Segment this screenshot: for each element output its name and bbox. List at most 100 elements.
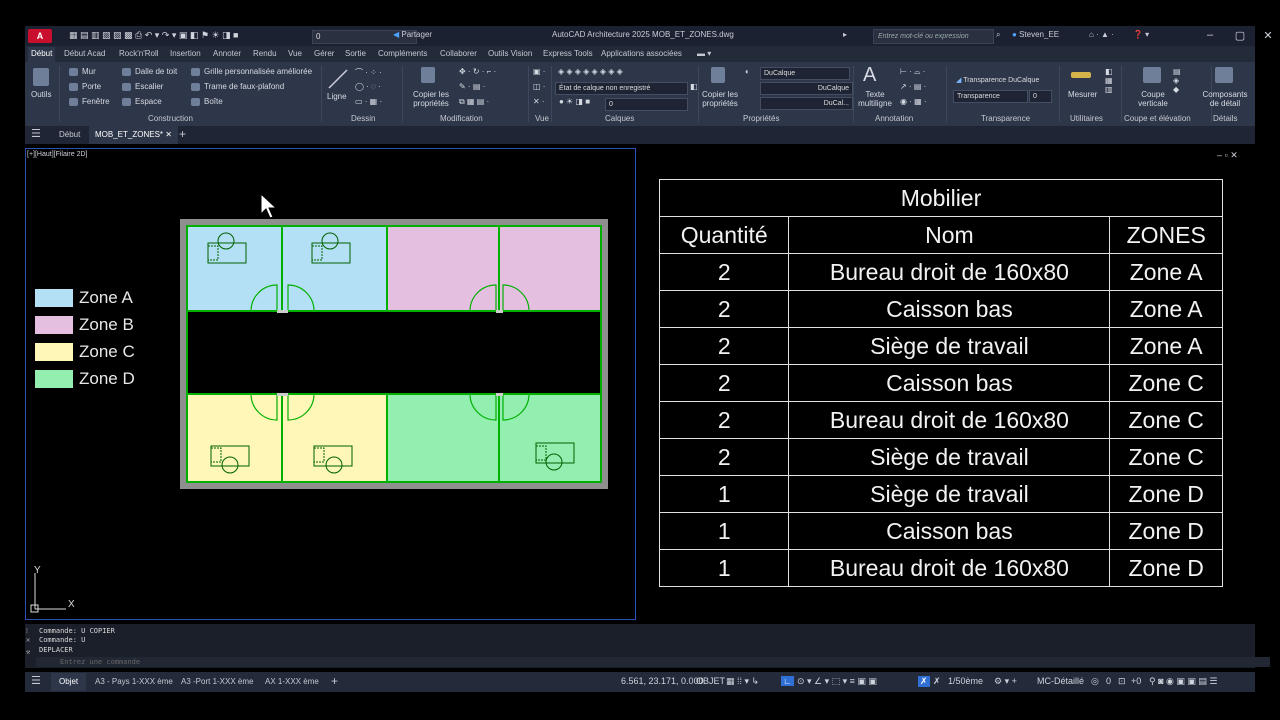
tab-collaborer[interactable]: Collaborer [440, 49, 477, 58]
command-grip-icon[interactable]: ⁞ [26, 627, 28, 635]
view-cube-icon[interactable]: ◫ · [533, 82, 545, 91]
window-button[interactable]: Fenêtre [82, 97, 110, 106]
tab-vue[interactable]: Vue [288, 49, 302, 58]
circle-icon[interactable]: ◯ · ◌ · [355, 82, 381, 91]
tab-sortie[interactable]: Sortie [345, 49, 366, 58]
dimension-icon[interactable]: ⊢ · ⌓ · [900, 67, 925, 77]
annotation-panel-label[interactable]: Annotation [875, 114, 913, 123]
share-button[interactable]: ◀ Partager [393, 30, 432, 39]
tab-active-drawing[interactable]: MOB_ET_ZONES* ✕ [89, 126, 178, 144]
search-input[interactable]: Entrez mot-clé ou expression [873, 29, 994, 44]
annotation-scale-icon[interactable]: ✗ [933, 676, 941, 687]
model-space-toggle[interactable]: OBJET [696, 676, 725, 686]
linetype-combo[interactable]: DuCalque [760, 82, 853, 95]
arc-icon[interactable]: ⌒ · ⁘ · [355, 67, 382, 78]
viewport-window-controls[interactable]: – ▫ ✕ [1217, 150, 1238, 161]
layout-menu-icon[interactable]: ☰ [31, 674, 41, 687]
ceiling-grid-button[interactable]: Trame de faux-plafond [204, 82, 284, 91]
new-tab-icon[interactable]: + [179, 127, 186, 141]
dessin-panel-label[interactable]: Dessin [351, 114, 375, 123]
annotation-scale-combo[interactable]: 1/50ème [948, 676, 983, 686]
layer-state-combo[interactable]: État de calque non enregistré [555, 82, 688, 95]
tab-rendu[interactable]: Rendu [253, 49, 277, 58]
annotation-visibility-icon[interactable]: ✗ [918, 676, 930, 687]
offset-value[interactable]: +0 [1131, 676, 1141, 686]
tab-complements[interactable]: Compléments [378, 49, 427, 58]
details-panel-label[interactable]: Détails [1213, 114, 1237, 123]
tab-express-tools[interactable]: Express Tools [543, 49, 593, 58]
room-zone-d-1[interactable] [388, 394, 498, 482]
proprietes-panel-label[interactable]: Propriétés [743, 114, 779, 123]
line-button[interactable]: Ligne [327, 92, 347, 101]
command-close-icon[interactable]: ✕ [26, 636, 30, 644]
transparence-panel-label[interactable]: Transparence [981, 114, 1030, 123]
copy-icon[interactable]: ⧉ ▦ ▤ · [459, 97, 489, 107]
status-tools-icons[interactable]: ⚲ ◙ ◉ ▣ ▣ ▤ ☰ [1149, 676, 1217, 687]
search-icon[interactable]: ⌕ [996, 30, 1000, 40]
coordinates-readout[interactable]: 6.561, 23.171, 0.000 [621, 676, 704, 686]
app-logo-icon[interactable]: A [28, 29, 52, 43]
tools-icon[interactable] [33, 68, 49, 86]
tab-annoter[interactable]: Annoter [213, 49, 241, 58]
room-zone-c-1[interactable] [187, 394, 281, 482]
tab-start[interactable]: Début [59, 130, 80, 139]
box-button[interactable]: Boîte [204, 97, 223, 106]
wall-button[interactable]: Mur [82, 67, 96, 76]
tab-layout-a3-port[interactable]: A3 -Port 1-XXX ème [181, 677, 253, 686]
tab-close-icon[interactable]: ✕ [163, 130, 172, 139]
cart-icon[interactable]: ⌂ · ▲ · [1089, 30, 1114, 39]
grid-icon[interactable]: ▦ ⁞⁞ ▾ ↳ [726, 676, 759, 687]
modification-panel-label[interactable]: Modification [440, 114, 483, 123]
room-zone-b-2[interactable] [500, 226, 601, 311]
surface-hatch-icon[interactable]: ⊡ [1118, 676, 1126, 687]
detail-level-combo[interactable]: MC-Détaillé [1037, 676, 1084, 686]
search-chevron-icon[interactable]: ▸ [843, 30, 847, 39]
furniture-schedule-table[interactable]: Mobilier Quantité Nom ZONES 2 Bureau droi… [658, 179, 1223, 587]
color-combo[interactable]: DuCalque [760, 67, 850, 80]
custom-grid-button[interactable]: Grille personnalisée améliorée [204, 67, 312, 76]
rectangle-icon[interactable]: ▭ · ▦ · [355, 97, 382, 106]
tab-applications-associees[interactable]: Applications associées [601, 49, 682, 58]
floor-plan-drawing[interactable] [180, 219, 608, 489]
elevation-value[interactable]: 0 [1106, 676, 1111, 686]
tab-debut[interactable]: Début [28, 47, 56, 62]
transparency-value[interactable]: 0 [1029, 90, 1052, 103]
close-icon[interactable]: ✕ [1257, 29, 1279, 42]
tab-debut-acad[interactable]: Début Acad [64, 49, 105, 58]
calques-panel-label[interactable]: Calques [605, 114, 634, 123]
space-button[interactable]: Espace [135, 97, 162, 106]
leader-icon[interactable]: ↗ · ▤ · [900, 82, 926, 91]
layer-combo-ribbon[interactable]: 0 [605, 98, 688, 111]
copy-properties-button-2[interactable]: Copier les propriétés [697, 90, 743, 108]
tab-outils-vision[interactable]: Outils Vision [488, 49, 532, 58]
command-input[interactable]: Entrez une commande [36, 657, 1270, 667]
vertical-section-button[interactable]: Coupe verticale [1137, 90, 1169, 108]
utilitaires-panel-label[interactable]: Utilitaires [1070, 114, 1103, 123]
tab-layout-ax[interactable]: AX 1-XXX ème [265, 677, 319, 686]
edit-icon[interactable]: ✎ · ▤ · [459, 82, 485, 91]
transparency-combo[interactable]: ◢ Transparence DuCalque [953, 75, 1056, 86]
maximize-icon[interactable]: ▢ [1229, 29, 1251, 42]
tab-gerer[interactable]: Gérer [314, 49, 334, 58]
room-zone-c-2[interactable] [283, 394, 386, 482]
add-layout-icon[interactable]: + [331, 674, 338, 688]
lineweight-combo[interactable]: DuCal... [760, 97, 853, 110]
workspace-gear-icon[interactable]: ⚙ ▾ + [994, 676, 1017, 687]
tab-rocknroll[interactable]: Rock'n'Roll [119, 49, 159, 58]
ribbon-toggle-icon[interactable]: ▬ ▾ [697, 49, 711, 58]
roof-slab-button[interactable]: Dalle de toit [135, 67, 177, 76]
table-icon[interactable]: ◉ · ▦ · [900, 97, 927, 106]
view-3d-icon[interactable]: ✕ · [533, 97, 545, 106]
transparency-field[interactable]: Transparence [953, 90, 1028, 103]
viewport-label[interactable]: [+][Haut][Filaire 2D] [27, 151, 88, 158]
view-icon[interactable]: ▣ · [533, 67, 545, 76]
layer-tools-icon[interactable]: ◈ ◈ ◈ ◈ ◈ ◈ ◈ ◈ [558, 67, 623, 76]
copy-properties-button[interactable]: Copier les propriétés [408, 90, 454, 108]
construction-panel-label[interactable]: Construction [148, 114, 193, 123]
room-zone-a-2[interactable] [283, 226, 386, 311]
tab-layout-a3-pays[interactable]: A3 - Pays 1-XXX ème [95, 677, 173, 686]
user-account[interactable]: ● Steven_EE [1012, 30, 1059, 39]
help-icon[interactable]: ❓ ▾ [1133, 30, 1149, 39]
stair-button[interactable]: Escalier [135, 82, 163, 91]
door-button[interactable]: Porte [82, 82, 101, 91]
